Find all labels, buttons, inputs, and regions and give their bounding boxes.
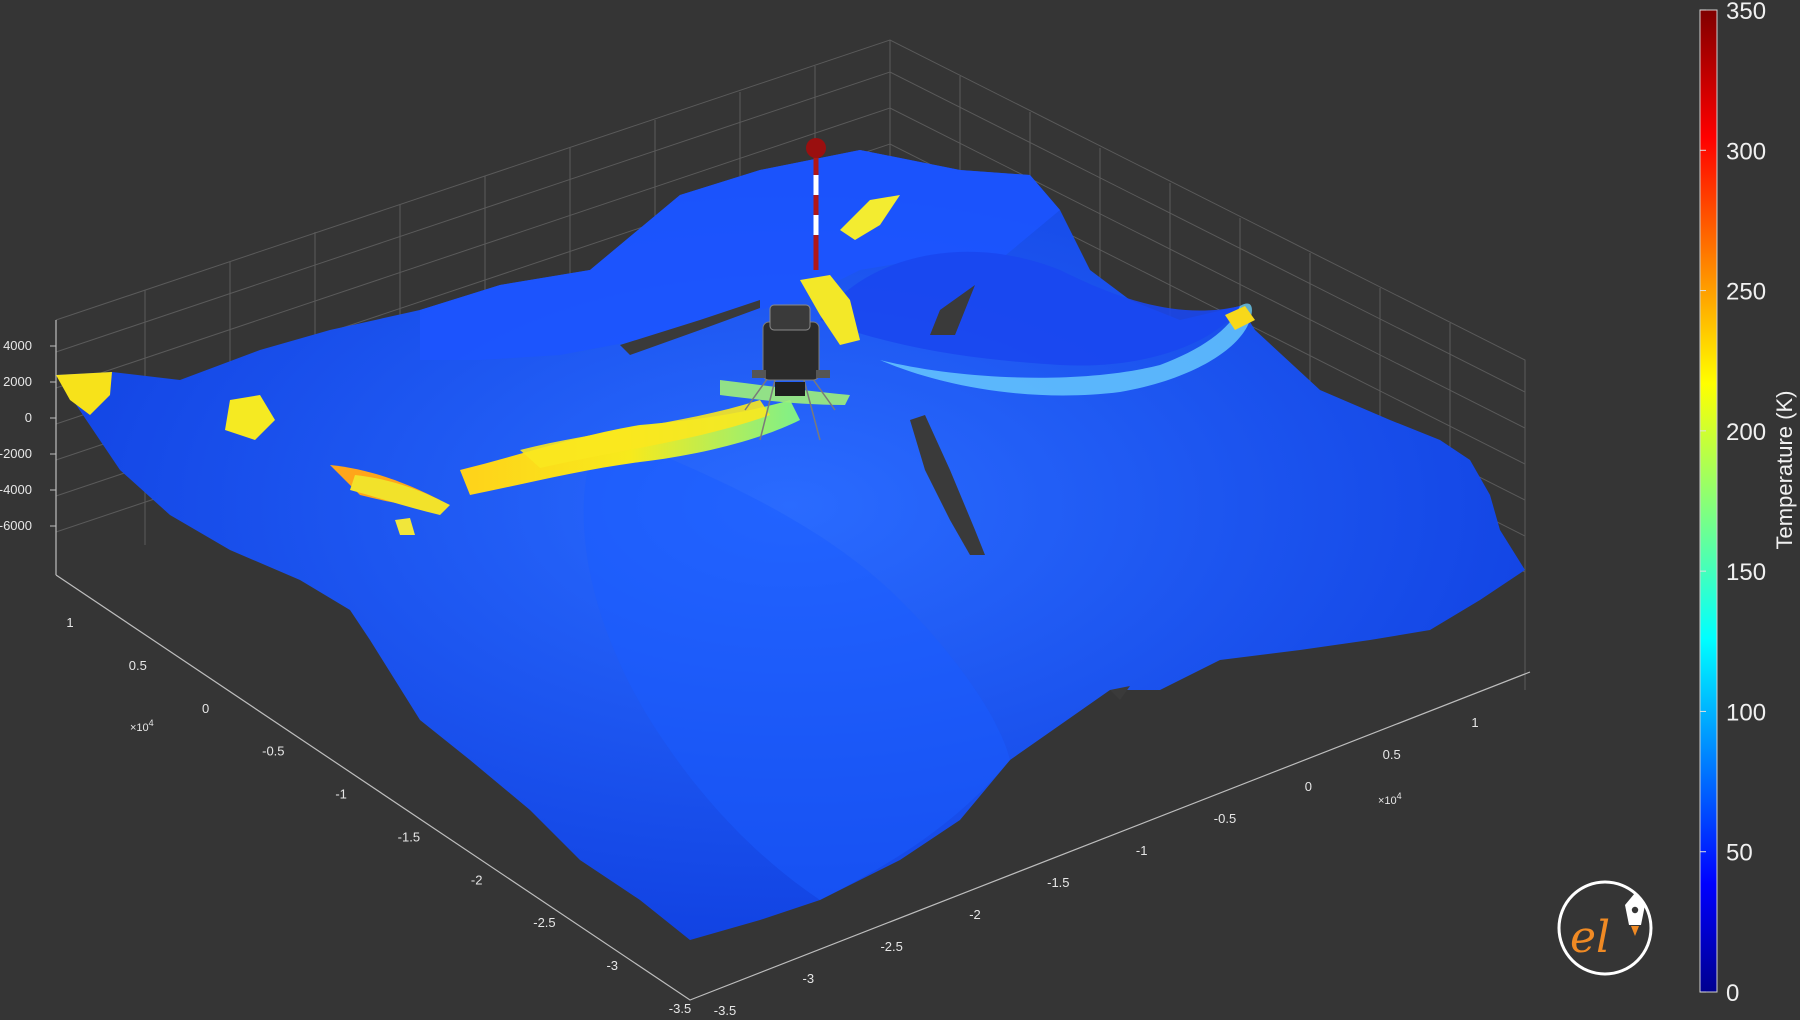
brand-logo: el: [1557, 880, 1653, 976]
colorbar-tick-label: 150: [1726, 559, 1766, 586]
terrain-surface: [56, 150, 1525, 940]
colorbar-label: Temperature (K): [1772, 391, 1797, 550]
x-tick-label: -3.5: [669, 1001, 691, 1016]
colorbar-tick-label: 0: [1726, 980, 1739, 1007]
y-tick-label: -1: [1136, 843, 1148, 858]
y-exponent-label: ×104: [1378, 791, 1402, 807]
colorbar-tick-label: 200: [1726, 419, 1766, 446]
y-tick-label: -0.5: [1214, 811, 1236, 826]
y-tick-label: -2: [969, 907, 981, 922]
y-tick-label: -3.5: [714, 1003, 736, 1018]
x-tick-label: -2: [471, 872, 483, 887]
colorbar-tick-label: 250: [1726, 279, 1766, 306]
x-tick-label: -3: [606, 958, 618, 973]
x-tick-label: -2.5: [533, 915, 555, 930]
y-tick-label: -1.5: [1047, 875, 1069, 890]
y-tick-label: 1: [1471, 715, 1478, 730]
z-axis-ticks: 4000 2000 0 -2000 -4000 -6000: [0, 338, 56, 533]
y-tick-label: 0.5: [1383, 747, 1401, 762]
z-tick-label: 0: [25, 410, 32, 425]
colorbar: 0 50 100 150 200 250 300 350 Temperature (K): [1699, 0, 1797, 1007]
z-tick-label: -2000: [0, 446, 32, 461]
x-tick-label: 0.5: [129, 658, 147, 673]
z-tick-label: -4000: [0, 482, 32, 497]
colorbar-tick-label: 50: [1726, 840, 1753, 867]
x-tick-label: -0.5: [262, 744, 284, 759]
surface-plot: 400020000-2000-4000-6000 10.50-0.5-1-1.5…: [0, 0, 1797, 1018]
x-tick-label: 0: [202, 701, 209, 716]
y-tick-label: 0: [1305, 779, 1312, 794]
x-tick-label: 1: [66, 615, 73, 630]
z-tick-label: -6000: [0, 518, 32, 533]
colorbar-tick-label: 350: [1726, 0, 1766, 25]
y-tick-label: -2.5: [880, 939, 902, 954]
x-tick-label: -1.5: [398, 829, 420, 844]
z-tick-label: 2000: [3, 374, 32, 389]
logo-text: el: [1570, 912, 1610, 963]
x-exponent-label: ×104: [130, 718, 154, 734]
colorbar-tick-label: 300: [1726, 138, 1766, 165]
y-tick-label: -3: [803, 971, 815, 986]
colorbar-tick-label: 100: [1726, 699, 1766, 726]
x-tick-label: -1: [335, 787, 347, 802]
z-tick-label: 4000: [3, 338, 32, 353]
